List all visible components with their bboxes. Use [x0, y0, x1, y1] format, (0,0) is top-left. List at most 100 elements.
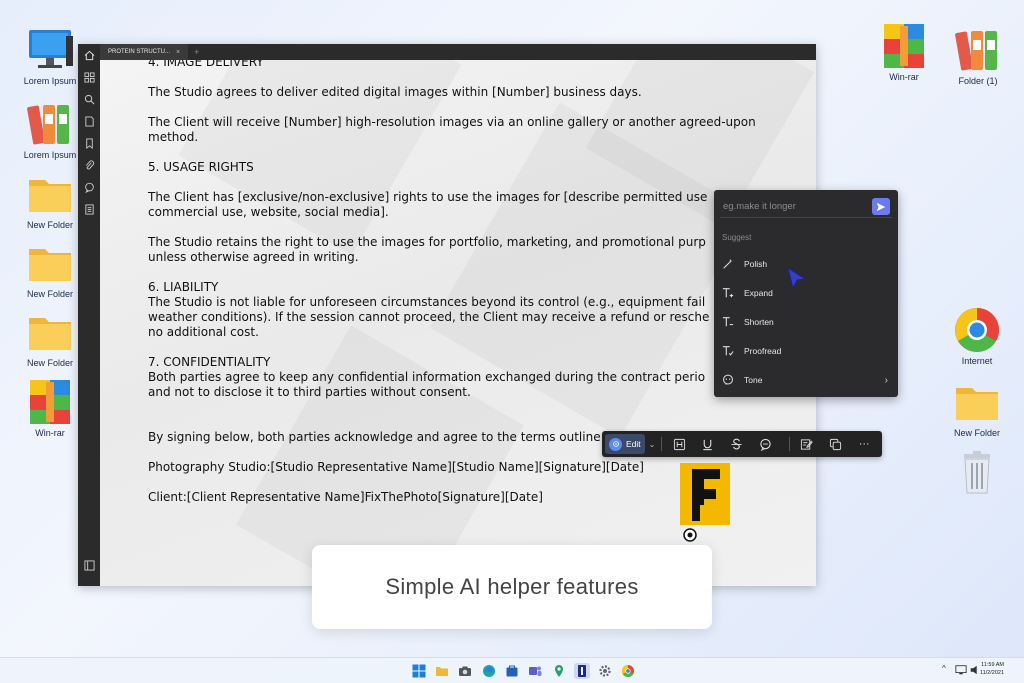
- strikethrough-button[interactable]: [726, 434, 748, 454]
- taskbar-store[interactable]: [504, 663, 520, 679]
- panel-toggle-icon[interactable]: [82, 558, 96, 572]
- desktop-icon-label: Folder (1): [958, 76, 998, 86]
- desktop-icon-label: Win-rar: [35, 428, 65, 438]
- page-icon[interactable]: [82, 114, 96, 128]
- store-icon: [506, 665, 518, 677]
- fixthephoto-logo: [680, 463, 730, 542]
- desktop-icon-label: New Folder: [26, 358, 73, 368]
- tray-chevron-icon[interactable]: ^: [942, 664, 946, 673]
- taskbar-pdf-editor[interactable]: [574, 663, 590, 679]
- taskbar-maps[interactable]: [551, 663, 567, 679]
- start-button[interactable]: [411, 663, 427, 679]
- taskbar-edge[interactable]: [481, 663, 497, 679]
- desktop-icon-recycle-bin[interactable]: [942, 448, 1012, 498]
- doc-text-line: By signing below, both parties acknowled…: [148, 430, 601, 444]
- camera-icon: [459, 666, 471, 676]
- caption-card: Simple AI helper features: [312, 545, 712, 629]
- copy-button[interactable]: [825, 434, 847, 454]
- send-button[interactable]: [872, 198, 890, 215]
- doc-text-line: commercial use, website, social media].: [148, 205, 389, 219]
- close-icon[interactable]: ×: [176, 49, 180, 56]
- doc-heading: 5. USAGE RIGHTS: [148, 160, 254, 174]
- doc-text-line: The Studio is not liable for unforeseen …: [148, 295, 706, 309]
- computer-icon: [26, 26, 74, 74]
- ai-option-tone[interactable]: Tone ›: [720, 370, 892, 390]
- caption-text: Simple AI helper features: [385, 574, 639, 599]
- taskbar-teams[interactable]: [527, 663, 543, 679]
- highlight-icon: [673, 438, 685, 450]
- desktop-icon-label: Lorem Ipsum: [23, 76, 77, 86]
- desktop-icon-label: New Folder: [953, 428, 1000, 438]
- desktop-icon-binders[interactable]: Lorem Ipsum: [15, 100, 85, 160]
- gear-icon: [599, 665, 611, 677]
- desktop-icon-winrar[interactable]: Win-rar: [15, 378, 85, 438]
- bookmark-icon[interactable]: [82, 136, 96, 150]
- maps-icon: [555, 665, 563, 677]
- ai-option-label: Polish: [744, 259, 768, 269]
- document-icon[interactable]: [82, 202, 96, 216]
- desktop-icon-label: Internet: [961, 356, 993, 366]
- desktop-icon-binders[interactable]: Folder (1): [943, 26, 1013, 86]
- ai-option-label: Expand: [744, 288, 773, 298]
- ai-option-label: Tone: [744, 375, 763, 385]
- desktop-icon-folder[interactable]: New Folder: [942, 378, 1012, 438]
- winrar-icon: [880, 22, 928, 70]
- ai-option-shorten[interactable]: Shorten: [720, 312, 892, 332]
- comment-icon[interactable]: [82, 180, 96, 194]
- copy-icon: [829, 438, 842, 450]
- ai-assistant-panel: eg.make it longer Suggest Polish Expand …: [714, 190, 898, 397]
- ai-edit-button[interactable]: Edit: [605, 434, 645, 454]
- folder-icon: [436, 667, 448, 676]
- taskbar-settings[interactable]: [597, 663, 613, 679]
- taskbar-chrome[interactable]: [620, 663, 636, 679]
- ai-option-label: Proofread: [744, 346, 782, 356]
- comment-button[interactable]: [754, 434, 776, 454]
- clock-time: 11:59 AM: [981, 662, 1004, 668]
- ai-option-proofread[interactable]: Proofread: [720, 341, 892, 361]
- ai-prompt-placeholder: eg.make it longer: [723, 201, 796, 212]
- doc-text-line: Both parties agree to keep any confident…: [148, 370, 706, 384]
- tab-document[interactable]: PROTEIN STRUCTU... ×: [100, 44, 189, 60]
- underline-icon: [703, 439, 713, 450]
- ai-prompt-input[interactable]: eg.make it longer: [720, 196, 892, 218]
- desktop-icon-folder[interactable]: New Folder: [15, 170, 85, 230]
- folder-icon: [26, 308, 74, 356]
- doc-heading: 4. IMAGE DELIVERY: [148, 60, 264, 69]
- highlight-button[interactable]: [668, 434, 690, 454]
- folder-icon: [26, 239, 74, 287]
- note-button[interactable]: [796, 434, 818, 454]
- home-icon[interactable]: [82, 48, 96, 62]
- doc-text-line: Photography Studio:[Studio Representativ…: [148, 460, 644, 474]
- desktop-icon-label: New Folder: [26, 289, 73, 299]
- taskbar-file-explorer[interactable]: [434, 663, 450, 679]
- clock-date: 11/2/2021: [979, 670, 1004, 676]
- desktop-icon-label: Win-rar: [889, 72, 919, 82]
- binders-icon: [954, 26, 1002, 74]
- underline-button[interactable]: [697, 434, 719, 454]
- desktop-icon-internet[interactable]: Internet: [942, 306, 1012, 366]
- mouse-pointer-icon: [787, 266, 807, 290]
- desktop-icon-winrar[interactable]: Win-rar: [869, 22, 939, 82]
- doc-text-line: The Studio agrees to deliver edited digi…: [148, 85, 642, 99]
- doc-text-line: unless otherwise agreed in writing.: [148, 250, 359, 264]
- text-shorten-icon: [720, 314, 736, 330]
- doc-text-line: Client:[Client Representative Name]FixTh…: [148, 490, 543, 504]
- text-expand-icon: [720, 285, 736, 301]
- chevron-down-icon[interactable]: ⌄: [649, 440, 656, 449]
- search-icon[interactable]: [82, 92, 96, 106]
- more-button[interactable]: ···: [853, 434, 875, 454]
- ai-icon: [609, 437, 622, 451]
- desktop-icon-folder[interactable]: New Folder: [15, 239, 85, 299]
- tray-network[interactable]: [955, 664, 967, 676]
- attachment-icon[interactable]: [82, 158, 96, 172]
- grid-icon[interactable]: [82, 70, 96, 84]
- taskbar-clock[interactable]: 11:59 AM 11/2/2021: [980, 661, 1004, 677]
- desktop-icon-computer[interactable]: Lorem Ipsum: [15, 26, 85, 86]
- doc-text-line: method.: [148, 130, 199, 144]
- desktop-icon-folder[interactable]: New Folder: [15, 308, 85, 368]
- note-edit-icon: [801, 438, 814, 450]
- text-proofread-icon: [720, 343, 736, 359]
- new-tab-button[interactable]: +: [194, 47, 199, 57]
- title-bar: PROTEIN STRUCTU... × +: [78, 44, 816, 60]
- taskbar-camera[interactable]: [457, 663, 473, 679]
